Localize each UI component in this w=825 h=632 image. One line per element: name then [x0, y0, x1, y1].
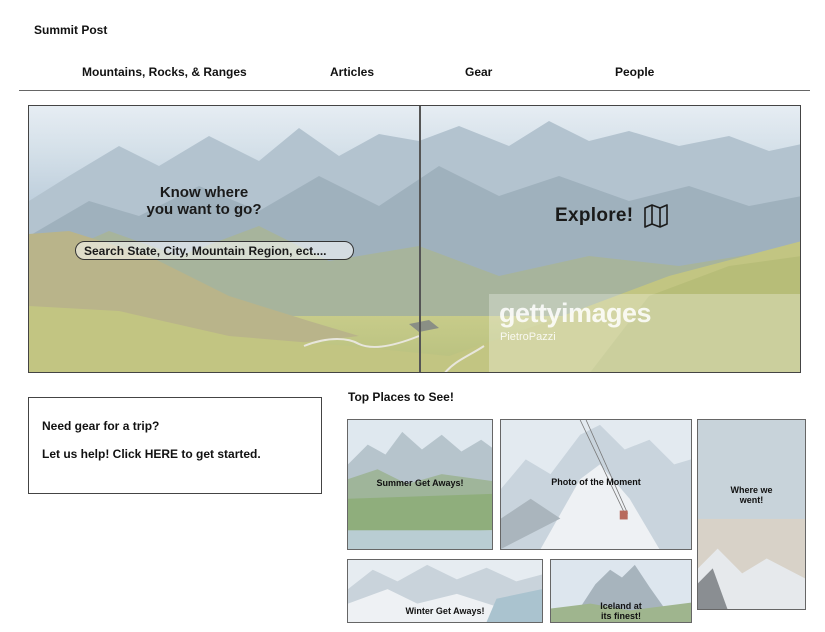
nav-people[interactable]: People	[615, 65, 654, 79]
hero-question-line2: you want to go?	[146, 201, 262, 218]
gear-promo-box: Need gear for a trip? Let us help! Click…	[28, 397, 322, 494]
hero-question-line1: Know where	[159, 184, 249, 201]
nav-divider	[19, 90, 810, 91]
nav-articles[interactable]: Articles	[330, 65, 374, 79]
tile-summer-label: Summer Get Aways!	[376, 478, 464, 488]
tile-summer-getaways[interactable]: Summer Get Aways!	[347, 419, 493, 550]
top-places-heading: Top Places to See!	[348, 390, 454, 404]
gear-promo-line1: Need gear for a trip?	[42, 419, 160, 433]
explore-button[interactable]: Explore!	[555, 204, 669, 228]
tile-where-we-went[interactable]: Where we went!	[697, 419, 806, 610]
site-title[interactable]: Summit Post	[34, 23, 107, 37]
tile-winter-getaways[interactable]: Winter Get Aways!	[347, 559, 543, 623]
tile-photo-of-the-moment[interactable]: Photo of the Moment	[500, 419, 692, 550]
gear-promo-prefix: Let us help! Click	[42, 447, 145, 461]
nav-gear[interactable]: Gear	[465, 65, 492, 79]
hero-banner: Know where you want to go? Explore! gett…	[28, 105, 801, 373]
gear-promo-suffix: to get started.	[178, 447, 261, 461]
watermark-logo: gettyimages	[499, 298, 652, 328]
search-input[interactable]	[75, 241, 354, 260]
gear-promo-here-link[interactable]: HERE	[145, 447, 178, 461]
gear-promo-line2: Let us help! Click HERE to get started.	[42, 447, 261, 461]
tile-iceland-label-line2: its finest!	[600, 611, 641, 621]
hero-question: Know where you want to go?	[129, 184, 279, 218]
tile-where-label-line2: went!	[739, 495, 764, 505]
tile-iceland-label: Iceland at its finest!	[551, 601, 691, 621]
watermark-credit: PietroPazzi	[500, 331, 556, 343]
tile-where-label-line1: Where we	[730, 485, 773, 495]
hero-split-divider	[419, 106, 421, 372]
where-we-went-tile-image	[698, 420, 805, 609]
tile-where-label: Where we went!	[698, 485, 805, 505]
tile-iceland[interactable]: Iceland at its finest!	[550, 559, 692, 623]
map-icon	[644, 204, 669, 228]
explore-label: Explore!	[555, 205, 634, 226]
tile-iceland-label-line1: Iceland at	[600, 601, 642, 611]
tile-photo-moment-label: Photo of the Moment	[551, 477, 641, 487]
nav-mountains-rocks-ranges[interactable]: Mountains, Rocks, & Ranges	[82, 65, 247, 79]
tile-winter-label: Winter Get Aways!	[405, 606, 485, 616]
